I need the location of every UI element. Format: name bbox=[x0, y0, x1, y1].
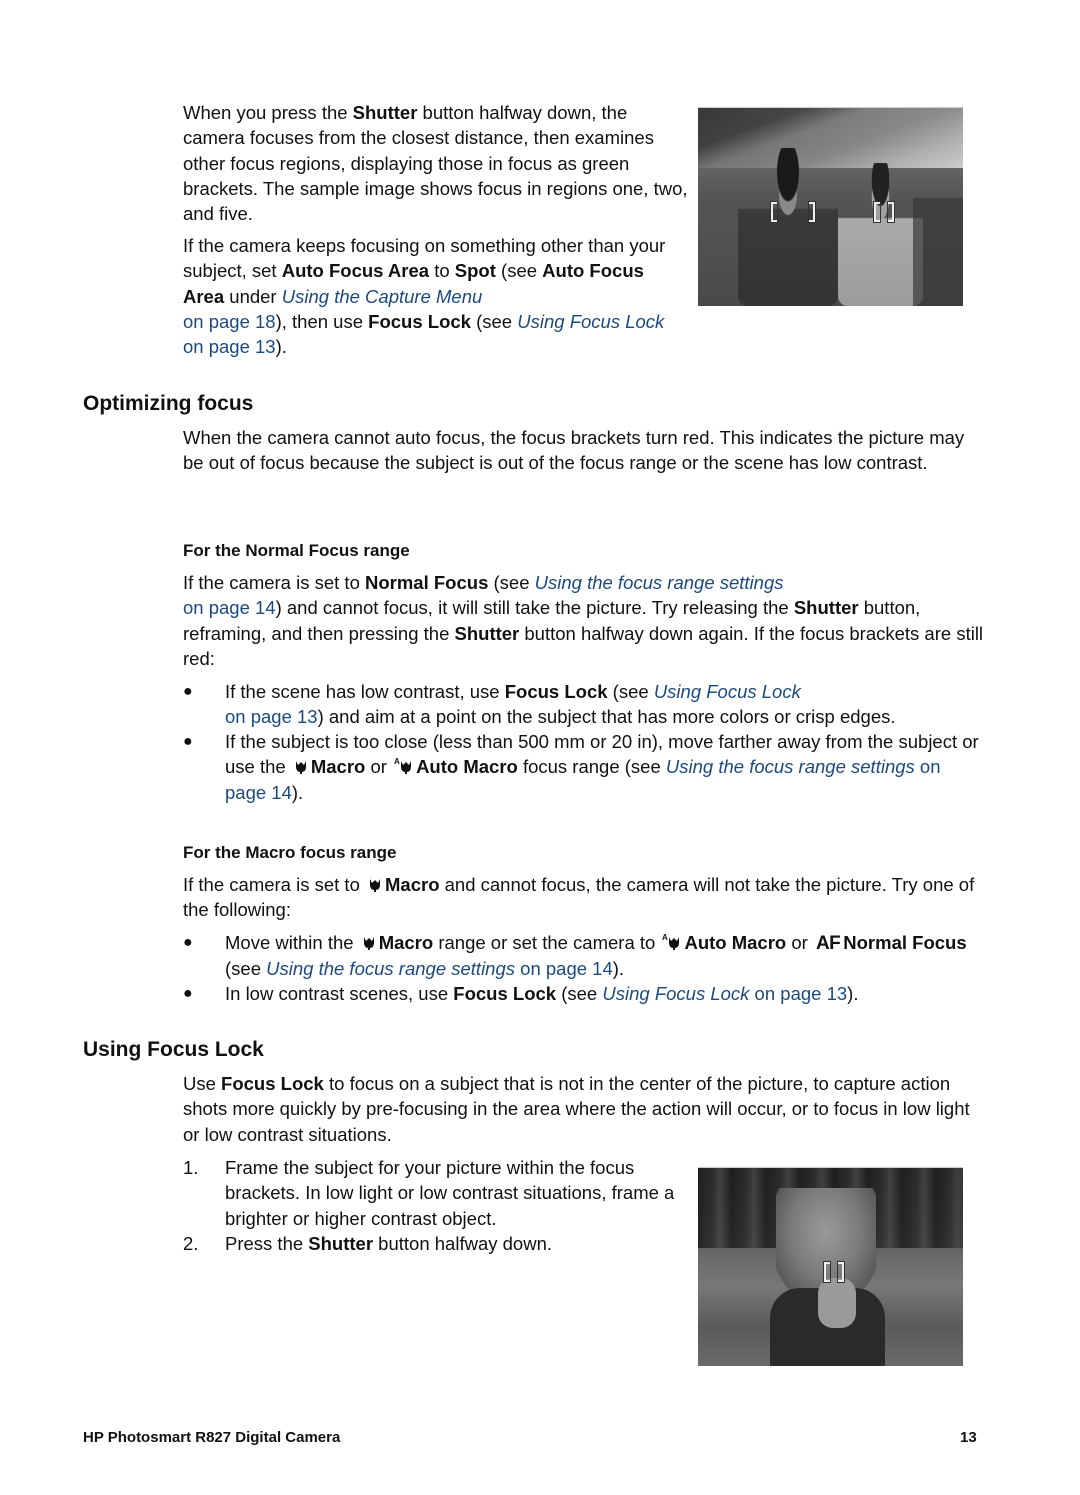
intro-paragraph-1: When you press the Shutter button halfwa… bbox=[183, 102, 688, 225]
boy-left bbox=[738, 148, 838, 306]
auto-macro-icon: A bbox=[662, 933, 680, 950]
focus-bracket-left bbox=[824, 1262, 830, 1282]
link-focus-range-settings[interactable]: Using the focus range settings bbox=[535, 572, 784, 593]
focus-bracket-left bbox=[771, 202, 777, 222]
boy-right bbox=[838, 163, 923, 306]
heading-macro-focus-range: For the Macro focus range bbox=[183, 843, 397, 862]
heading-optimizing-focus: Optimizing focus bbox=[83, 392, 254, 415]
link-using-focus-lock[interactable]: Using Focus Lock bbox=[654, 681, 801, 702]
step-number: 1. bbox=[183, 1157, 199, 1178]
auto-macro-icon: A bbox=[394, 757, 412, 775]
step-1: 1. Frame the subject for your picture wi… bbox=[183, 1157, 675, 1229]
svg-text:A: A bbox=[394, 757, 400, 766]
macro-flower-icon bbox=[370, 879, 380, 892]
step-number: 2. bbox=[183, 1233, 199, 1254]
bullet-dot: ● bbox=[183, 683, 193, 700]
focus-bracket-face-right bbox=[888, 202, 894, 222]
link-focus-range-settings[interactable]: Using the focus range settings bbox=[666, 756, 915, 777]
svg-text:A: A bbox=[662, 933, 668, 942]
macro-flower-icon bbox=[363, 937, 374, 950]
link-page-18[interactable]: on page 18 bbox=[183, 311, 276, 332]
intro-paragraph-2: If the camera keeps focusing on somethin… bbox=[183, 235, 666, 358]
focus-bracket-right bbox=[838, 1262, 844, 1282]
link-page-13[interactable]: on page 13 bbox=[225, 706, 318, 727]
girl-hands bbox=[818, 1278, 856, 1328]
bullet-dot: ● bbox=[183, 934, 193, 951]
link-page-13[interactable]: on page 13 bbox=[749, 983, 848, 1004]
normal-bullet-1: ● If the scene has low contrast, use Foc… bbox=[183, 681, 896, 728]
optimizing-paragraph: When the camera cannot auto focus, the f… bbox=[183, 427, 965, 474]
link-using-focus-lock[interactable]: Using Focus Lock bbox=[517, 311, 664, 332]
shutter-term: Shutter bbox=[352, 102, 418, 123]
normal-bullet-2: ● If the subject is too close (less than… bbox=[183, 731, 979, 803]
heading-normal-focus-range: For the Normal Focus range bbox=[183, 541, 410, 560]
footer-title: HP Photosmart R827 Digital Camera bbox=[83, 1429, 341, 1446]
macro-bullet-1: ● Move within the Macro range or set the… bbox=[183, 932, 967, 980]
link-page-14[interactable]: on page 14 bbox=[183, 597, 276, 618]
link-focus-range-settings[interactable]: Using the focus range settings bbox=[266, 958, 515, 979]
street-background bbox=[698, 108, 963, 168]
macro-focus-paragraph: If the camera is set to Macro and cannot… bbox=[183, 874, 975, 921]
focus-bracket-right bbox=[809, 202, 815, 222]
step-2: 2. Press the Shutter button halfway down… bbox=[183, 1231, 688, 1256]
bullet-dot: ● bbox=[183, 985, 193, 1002]
footer-page-number: 13 bbox=[960, 1429, 977, 1446]
link-using-focus-lock[interactable]: Using Focus Lock bbox=[602, 983, 749, 1004]
focus-lock-paragraph: Use Focus Lock to focus on a subject tha… bbox=[183, 1073, 970, 1145]
link-page-13[interactable]: on page 13 bbox=[183, 336, 276, 357]
macro-bullet-2: ● In low contrast scenes, use Focus Lock… bbox=[183, 981, 983, 1006]
sample-photo-boys bbox=[698, 107, 963, 306]
macro-flower-icon bbox=[295, 761, 306, 775]
bullet-dot: ● bbox=[183, 733, 193, 750]
link-using-capture-menu[interactable]: Using the Capture Menu bbox=[282, 286, 483, 307]
link-page-14[interactable]: on page 14 bbox=[515, 958, 613, 979]
shadows bbox=[913, 198, 963, 306]
focus-bracket-face-left bbox=[874, 202, 880, 222]
af-normal-focus-icon: AF bbox=[815, 933, 841, 954]
normal-focus-paragraph: If the camera is set to Normal Focus (se… bbox=[183, 572, 984, 669]
sample-photo-girl bbox=[698, 1167, 963, 1366]
heading-using-focus-lock: Using Focus Lock bbox=[83, 1038, 264, 1061]
